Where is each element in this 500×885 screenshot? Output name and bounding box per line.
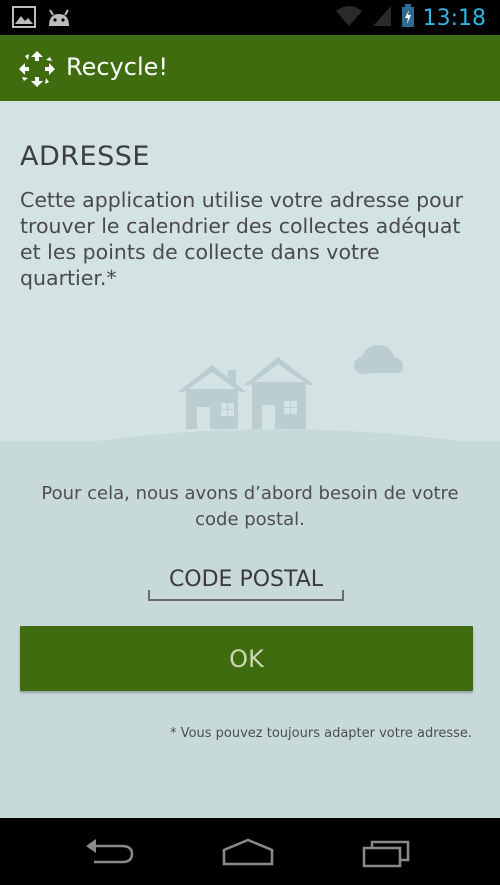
postal-code-input[interactable]	[148, 559, 344, 601]
status-time: 13:18	[422, 5, 486, 31]
house-icon	[244, 357, 314, 429]
address-screen: ADRESSE Cette application utilise votre …	[0, 101, 500, 818]
wifi-icon	[335, 4, 363, 32]
home-icon[interactable]	[218, 836, 278, 868]
battery-icon	[401, 4, 415, 32]
footnote: * Vous pouvez toujours adapter votre adr…	[170, 726, 472, 741]
android-icon	[46, 6, 72, 32]
input-underline-tick	[342, 590, 344, 599]
houses-illustration	[0, 345, 500, 477]
postal-code-prompt: Pour cela, nous avons d’abord besoin de …	[41, 483, 459, 530]
cloud-icon	[354, 345, 403, 374]
signal-icon	[371, 4, 393, 32]
app-title: Recycle!	[66, 53, 169, 81]
input-underline-tick	[148, 590, 150, 599]
status-bar: 13:18	[0, 0, 500, 35]
image-icon	[12, 6, 36, 32]
page-title: ADRESSE	[20, 141, 150, 172]
recycle-icon[interactable]	[16, 48, 58, 90]
navigation-bar	[0, 818, 500, 885]
action-bar: Recycle!	[0, 35, 500, 101]
house-icon	[178, 365, 246, 429]
intro-text: Cette application utilise votre adresse …	[20, 188, 464, 290]
ok-button[interactable]: OK	[20, 626, 473, 691]
recents-icon[interactable]	[358, 836, 418, 868]
back-icon[interactable]	[80, 836, 140, 868]
